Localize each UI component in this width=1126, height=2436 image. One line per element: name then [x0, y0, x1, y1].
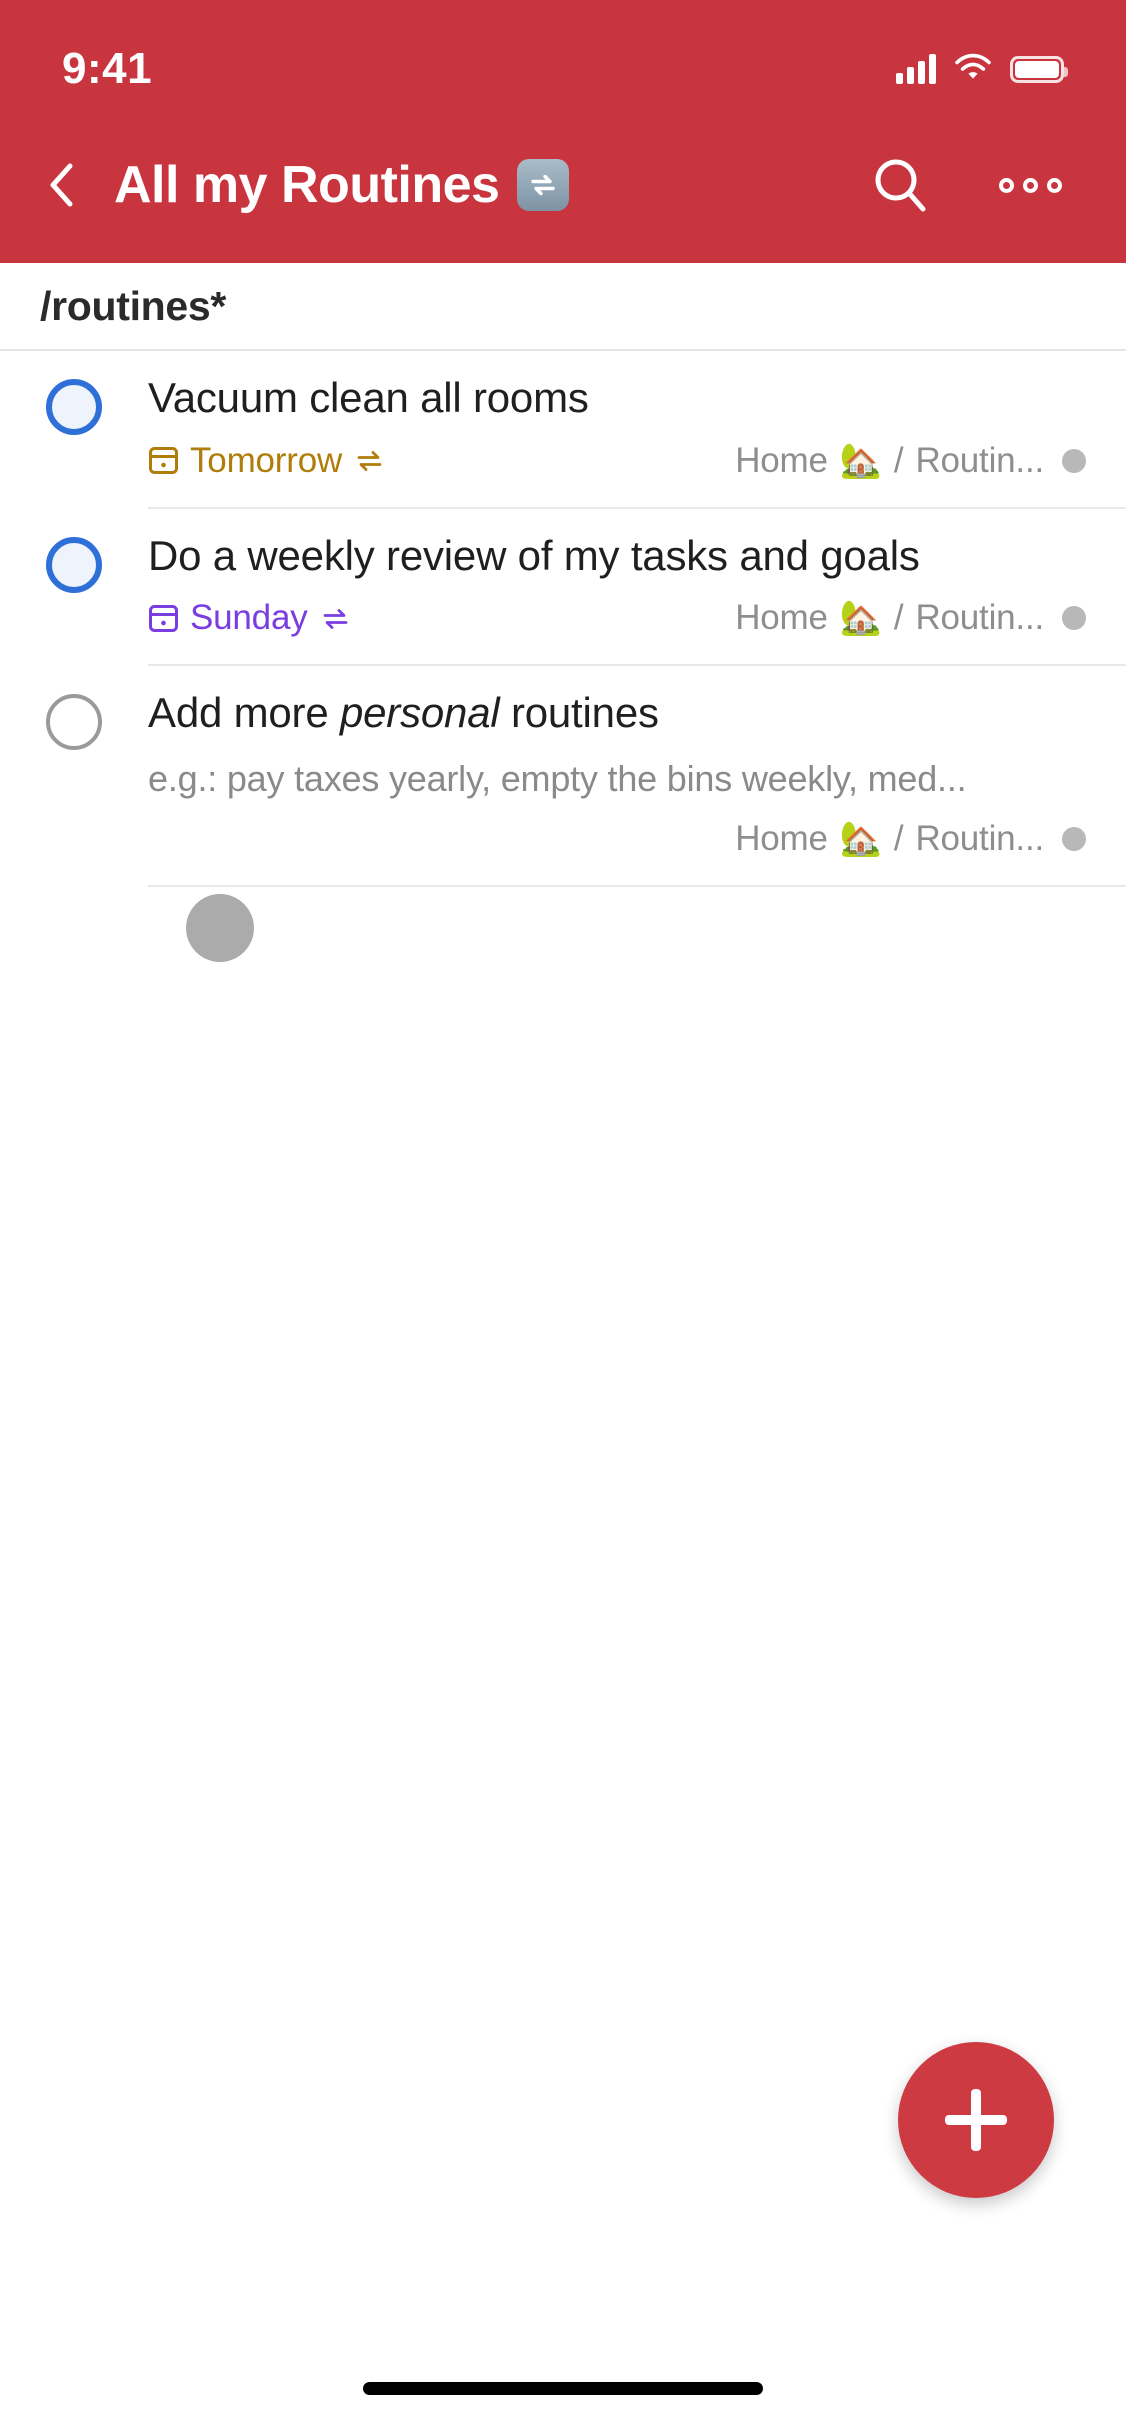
status-bar-icons	[896, 53, 1068, 86]
task-project-separator: /	[893, 440, 904, 480]
task-body: Add more personal routines e.g.: pay tax…	[148, 666, 1126, 887]
page-title: All my Routines	[114, 156, 500, 214]
navigation-actions	[862, 147, 1078, 223]
project-color-dot	[1062, 448, 1086, 473]
project-color-dot	[1062, 606, 1086, 631]
task-title-emphasis: personal	[339, 689, 500, 737]
task-body: Vacuum clean all rooms Tomorrow Home 🏡 /…	[148, 351, 1126, 509]
calendar-icon	[149, 447, 178, 475]
touch-indicator	[186, 894, 254, 962]
task-checkbox[interactable]	[46, 536, 102, 593]
task-title-suffix: routines	[499, 689, 659, 737]
task-body: Do a weekly review of my tasks and goals…	[148, 509, 1126, 667]
home-emoji-icon: 🏡	[839, 599, 882, 638]
task-project-sub: Routin...	[915, 818, 1044, 858]
task-project[interactable]: Home 🏡 / Routin...	[735, 819, 1086, 859]
task-project-name: Home	[735, 440, 828, 480]
task-project[interactable]: Home 🏡 / Routin...	[735, 598, 1086, 638]
task-checkbox-cell[interactable]	[0, 351, 148, 509]
task-due-date[interactable]: Sunday	[148, 598, 352, 638]
navigation-bar: All my Routines	[0, 110, 1126, 260]
task-due-label: Tomorrow	[190, 440, 343, 480]
task-project-separator: /	[893, 598, 904, 638]
page-title-group[interactable]: All my Routines	[100, 155, 862, 215]
back-button[interactable]	[22, 146, 100, 224]
task-checkbox-cell[interactable]	[0, 666, 148, 887]
calendar-icon	[149, 604, 178, 632]
project-color-dot	[1062, 826, 1086, 851]
task-due-date[interactable]: Tomorrow	[148, 441, 386, 481]
search-button[interactable]	[862, 147, 938, 223]
battery-full-icon	[1010, 55, 1068, 83]
task-meta-row: Tomorrow Home 🏡 / Routin...	[148, 423, 1086, 481]
task-title: Do a weekly review of my tasks and goals	[148, 531, 920, 579]
more-options-button[interactable]	[992, 147, 1068, 223]
task-checkbox[interactable]	[46, 379, 102, 435]
task-project[interactable]: Home 🏡 / Routin...	[735, 441, 1086, 481]
task-title: Vacuum clean all rooms	[148, 374, 589, 421]
task-checkbox-cell[interactable]	[0, 509, 148, 667]
recurring-icon	[357, 451, 382, 471]
task-row[interactable]: Add more personal routines e.g.: pay tax…	[0, 666, 1126, 887]
breadcrumb: /routines*	[40, 282, 227, 329]
task-project-name: Home	[735, 818, 828, 858]
status-bar: 9:41	[0, 0, 1126, 110]
repeat-emoji-badge	[517, 159, 570, 211]
task-checkbox[interactable]	[46, 694, 102, 751]
task-title-prefix: Add more	[148, 689, 340, 737]
status-bar-time: 9:41	[62, 44, 153, 93]
more-options-icon	[998, 177, 1062, 193]
wifi-icon	[954, 53, 992, 86]
task-row[interactable]: Vacuum clean all rooms Tomorrow Home 🏡 /…	[0, 351, 1126, 509]
add-task-button[interactable]	[898, 2042, 1054, 2198]
task-row[interactable]: Do a weekly review of my tasks and goals…	[0, 509, 1126, 667]
task-title: Add more personal routines	[148, 666, 1086, 738]
task-project-sub: Routin...	[915, 598, 1044, 638]
task-description: e.g.: pay taxes yearly, empty the bins w…	[148, 757, 967, 799]
home-indicator-area	[0, 2340, 1126, 2436]
task-due-label: Sunday	[190, 598, 308, 638]
back-chevron-icon	[50, 163, 73, 207]
task-meta-row: Sunday Home 🏡 / Routin...	[148, 580, 1086, 638]
home-emoji-icon: 🏡	[839, 441, 882, 480]
app-header: 9:41 All my Routines	[0, 0, 1126, 263]
task-project-name: Home	[735, 598, 828, 638]
app-root: 9:41 All my Routines /routines* Vacuum c…	[0, 0, 1126, 2436]
repeat-icon	[531, 174, 556, 196]
cellular-signal-icon	[896, 54, 936, 84]
breadcrumb-bar[interactable]: /routines*	[0, 263, 1126, 351]
plus-icon-vertical	[971, 2089, 981, 2151]
home-emoji-icon: 🏡	[839, 819, 882, 858]
home-indicator[interactable]	[363, 2381, 763, 2395]
search-icon	[875, 159, 926, 212]
task-project-separator: /	[893, 818, 904, 858]
task-meta-row: Home 🏡 / Routin...	[148, 801, 1086, 859]
recurring-icon	[323, 608, 347, 629]
task-project-sub: Routin...	[915, 440, 1044, 480]
